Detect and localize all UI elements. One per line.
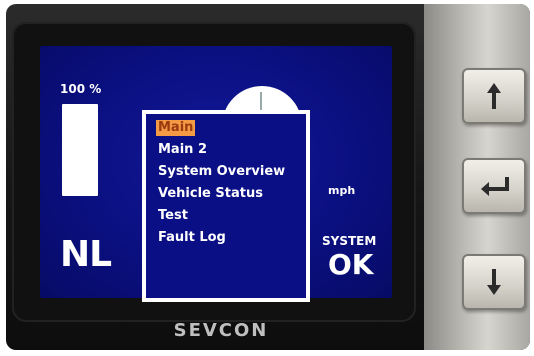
- battery-percentage: 100 %: [60, 82, 102, 96]
- speed-unit: mph: [328, 184, 356, 197]
- menu-item-fault-log[interactable]: Fault Log: [158, 230, 226, 246]
- menu-item-vehicle-status[interactable]: Vehicle Status: [158, 186, 263, 202]
- display-device: 100 % NL Main Main 2 System Overview Veh…: [6, 4, 530, 350]
- arrow-down-icon: [487, 269, 501, 295]
- down-button[interactable]: [462, 254, 526, 310]
- button-panel: [424, 4, 530, 350]
- menu-item-system-overview[interactable]: System Overview: [158, 164, 285, 180]
- arrow-up-icon: [487, 83, 501, 109]
- system-status-value: OK: [328, 248, 374, 281]
- enter-return-icon: [481, 177, 509, 196]
- lcd-screen: 100 % NL Main Main 2 System Overview Veh…: [40, 46, 392, 302]
- menu-item-main[interactable]: Main: [156, 120, 196, 136]
- gear-indicator: NL: [60, 234, 112, 275]
- system-status-label: SYSTEM: [322, 234, 377, 248]
- battery-level-bar: [62, 104, 98, 196]
- menu-item-test[interactable]: Test: [158, 208, 188, 224]
- menu-item-main-2[interactable]: Main 2: [158, 142, 207, 158]
- brand-logo: SEVCON: [173, 320, 269, 341]
- up-button[interactable]: [462, 68, 526, 124]
- enter-button[interactable]: [462, 158, 526, 214]
- menu-popup: Main Main 2 System Overview Vehicle Stat…: [142, 110, 310, 302]
